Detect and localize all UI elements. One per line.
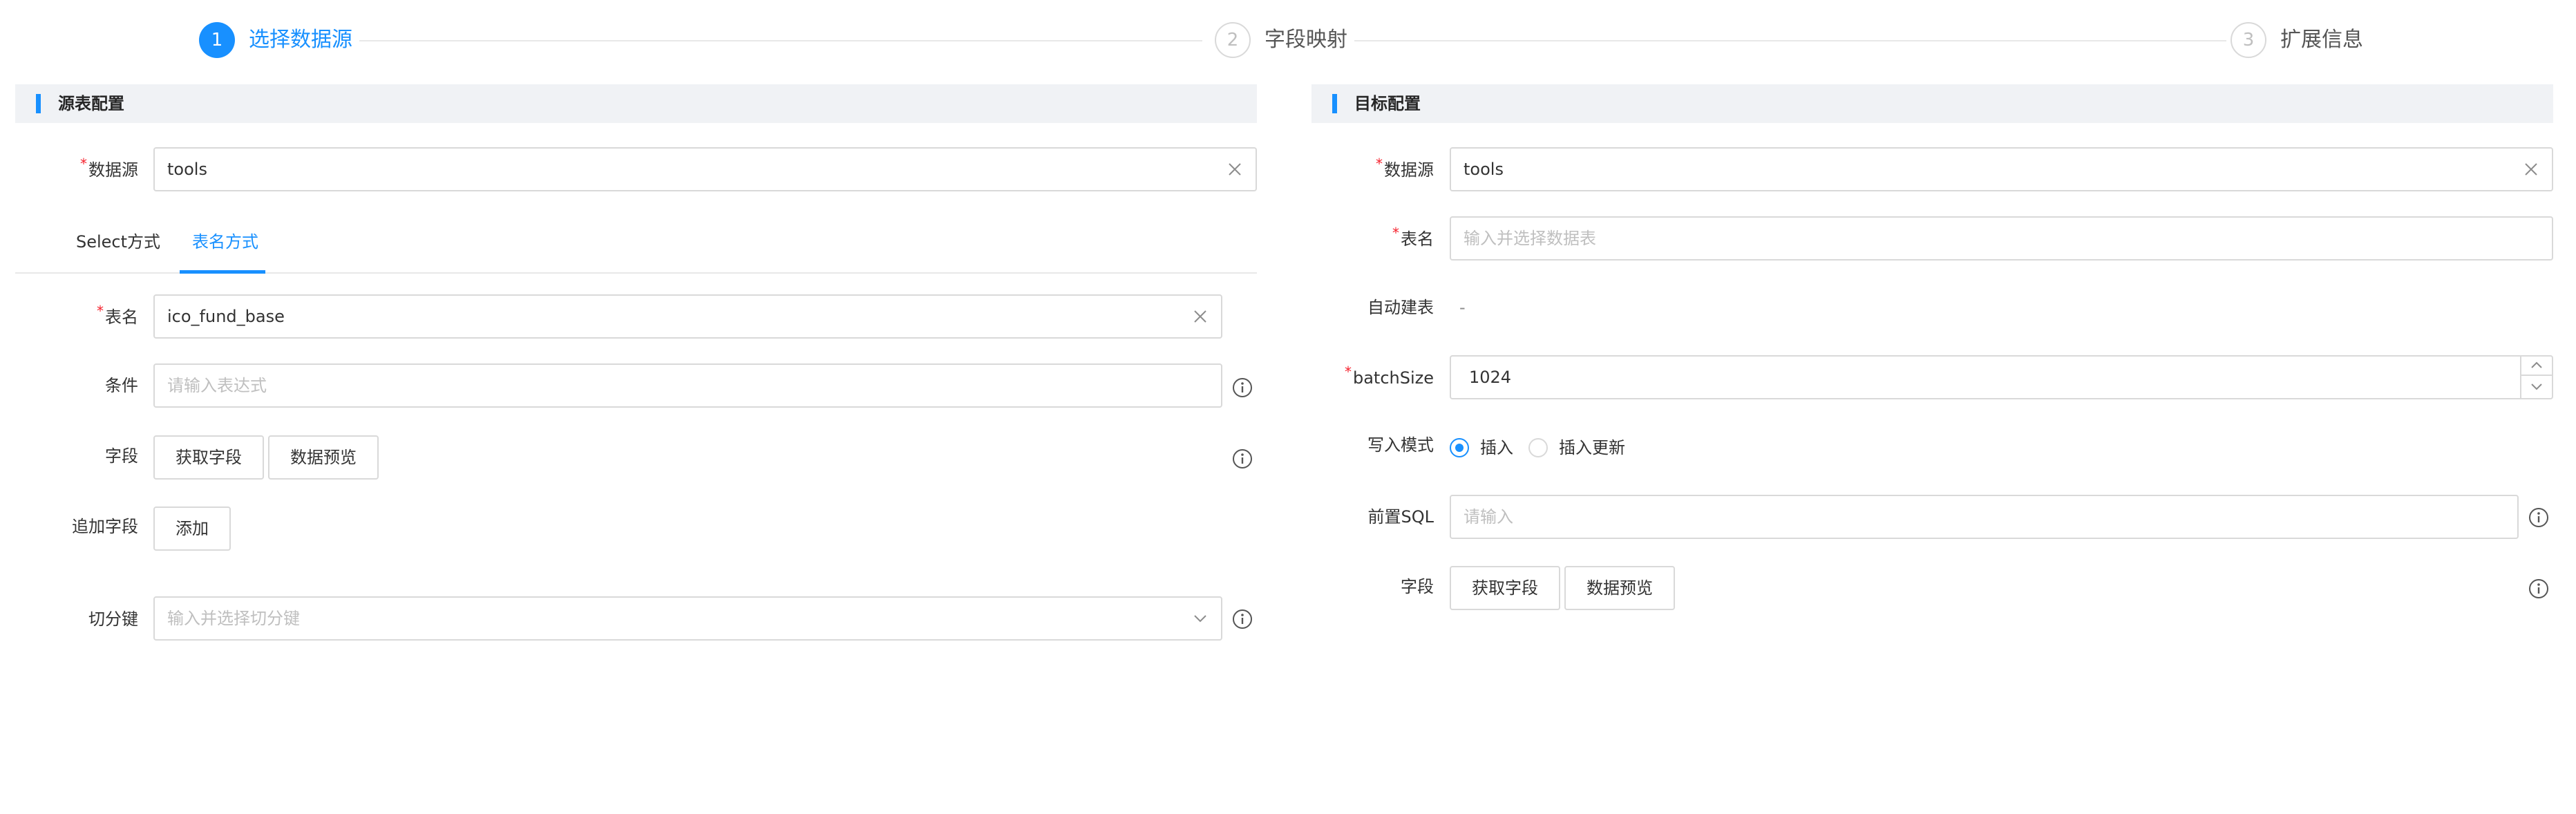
target-pre-sql-placeholder: 请输入 — [1464, 507, 1513, 527]
source-config-header: 源表配置 — [15, 84, 1257, 123]
info-icon[interactable] — [1231, 377, 1253, 399]
chevron-down-icon — [2531, 384, 2542, 390]
target-config-header: 目标配置 — [1311, 84, 2553, 123]
info-icon[interactable] — [1231, 448, 1253, 470]
source-split-key-label: 切分键 — [88, 609, 138, 629]
write-mode-insert-radio[interactable] — [1450, 438, 1469, 457]
source-add-field-button[interactable]: 添加 — [153, 507, 231, 551]
source-fetch-fields-button[interactable]: 获取字段 — [153, 435, 264, 480]
source-table-select[interactable]: ico_fund_base — [153, 294, 1222, 339]
source-condition-label: 条件 — [105, 376, 138, 395]
source-split-key-placeholder: 输入并选择切分键 — [167, 609, 300, 628]
chevron-down-icon — [1194, 615, 1206, 623]
info-icon[interactable] — [2528, 578, 2550, 600]
source-split-key-select[interactable]: 输入并选择切分键 — [153, 596, 1222, 641]
step-1-title[interactable]: 选择数据源 — [249, 26, 352, 54]
source-datasource-value: tools — [167, 160, 207, 179]
target-batch-size-input[interactable]: 1024 — [1450, 355, 2553, 399]
target-datasource-select[interactable]: tools — [1450, 147, 2553, 191]
write-mode-insert-label[interactable]: 插入 — [1480, 436, 1513, 460]
increment-button[interactable] — [2521, 355, 2552, 376]
target-write-mode-label: 写入模式 — [1367, 435, 1434, 455]
clear-icon[interactable] — [1192, 308, 1209, 325]
clear-icon[interactable] — [2523, 161, 2539, 178]
info-icon[interactable] — [2528, 507, 2550, 529]
batch-size-stepper[interactable] — [2520, 355, 2552, 399]
required-mark: * — [80, 155, 87, 172]
target-table-select[interactable]: 输入并选择数据表 — [1450, 216, 2553, 261]
required-mark: * — [97, 303, 104, 319]
tab-select-mode[interactable]: Select方式 — [76, 228, 160, 256]
header-accent-bar — [1332, 94, 1337, 113]
target-config-title: 目标配置 — [1354, 94, 1421, 113]
source-fields-label: 字段 — [105, 446, 138, 466]
step-3-number: 3 — [2231, 22, 2266, 58]
source-extra-fields-label: 追加字段 — [72, 517, 138, 536]
target-datasource-label: *数据源 — [1376, 155, 1434, 180]
chevron-up-icon — [2531, 361, 2542, 368]
clear-icon[interactable] — [1227, 161, 1243, 178]
write-mode-upsert-label[interactable]: 插入更新 — [1559, 436, 1625, 460]
target-preview-button[interactable]: 数据预览 — [1564, 566, 1675, 610]
source-table-label: *表名 — [97, 303, 138, 327]
target-fetch-fields-button[interactable]: 获取字段 — [1450, 566, 1560, 610]
decrement-button[interactable] — [2521, 377, 2552, 397]
target-auto-create-label: 自动建表 — [1367, 298, 1434, 317]
target-fields-label: 字段 — [1401, 577, 1434, 596]
step-connector — [1354, 40, 2226, 41]
required-mark: * — [1392, 225, 1399, 241]
target-pre-sql-label: 前置SQL — [1367, 507, 1434, 527]
source-condition-placeholder: 请输入表达式 — [167, 376, 267, 395]
required-mark: * — [1344, 363, 1352, 380]
write-mode-upsert-radio[interactable] — [1528, 438, 1548, 457]
step-connector — [359, 40, 1202, 41]
target-pre-sql-input[interactable]: 请输入 — [1450, 495, 2519, 539]
step-3-title[interactable]: 扩展信息 — [2280, 26, 2363, 54]
source-preview-button[interactable]: 数据预览 — [268, 435, 379, 480]
step-2-number: 2 — [1215, 22, 1251, 58]
step-2-title[interactable]: 字段映射 — [1265, 26, 1347, 54]
target-table-placeholder: 输入并选择数据表 — [1464, 229, 1596, 248]
target-auto-create-value: - — [1459, 298, 1466, 317]
source-config-title: 源表配置 — [58, 94, 124, 113]
tab-table-name-mode[interactable]: 表名方式 — [192, 228, 258, 256]
step-1-number: 1 — [199, 22, 235, 58]
active-tab-indicator — [180, 270, 265, 274]
target-batch-size-value: 1024 — [1469, 368, 1512, 387]
required-mark: * — [1376, 155, 1383, 172]
target-table-label: *表名 — [1392, 225, 1434, 249]
info-icon[interactable] — [1231, 608, 1253, 630]
source-datasource-label: *数据源 — [80, 155, 138, 180]
source-datasource-select[interactable]: tools — [153, 147, 1257, 191]
header-accent-bar — [36, 94, 41, 113]
source-condition-input[interactable]: 请输入表达式 — [153, 363, 1222, 408]
target-datasource-value: tools — [1464, 160, 1504, 179]
source-table-value: ico_fund_base — [167, 307, 285, 326]
target-batch-size-label: *batchSize — [1344, 363, 1434, 388]
